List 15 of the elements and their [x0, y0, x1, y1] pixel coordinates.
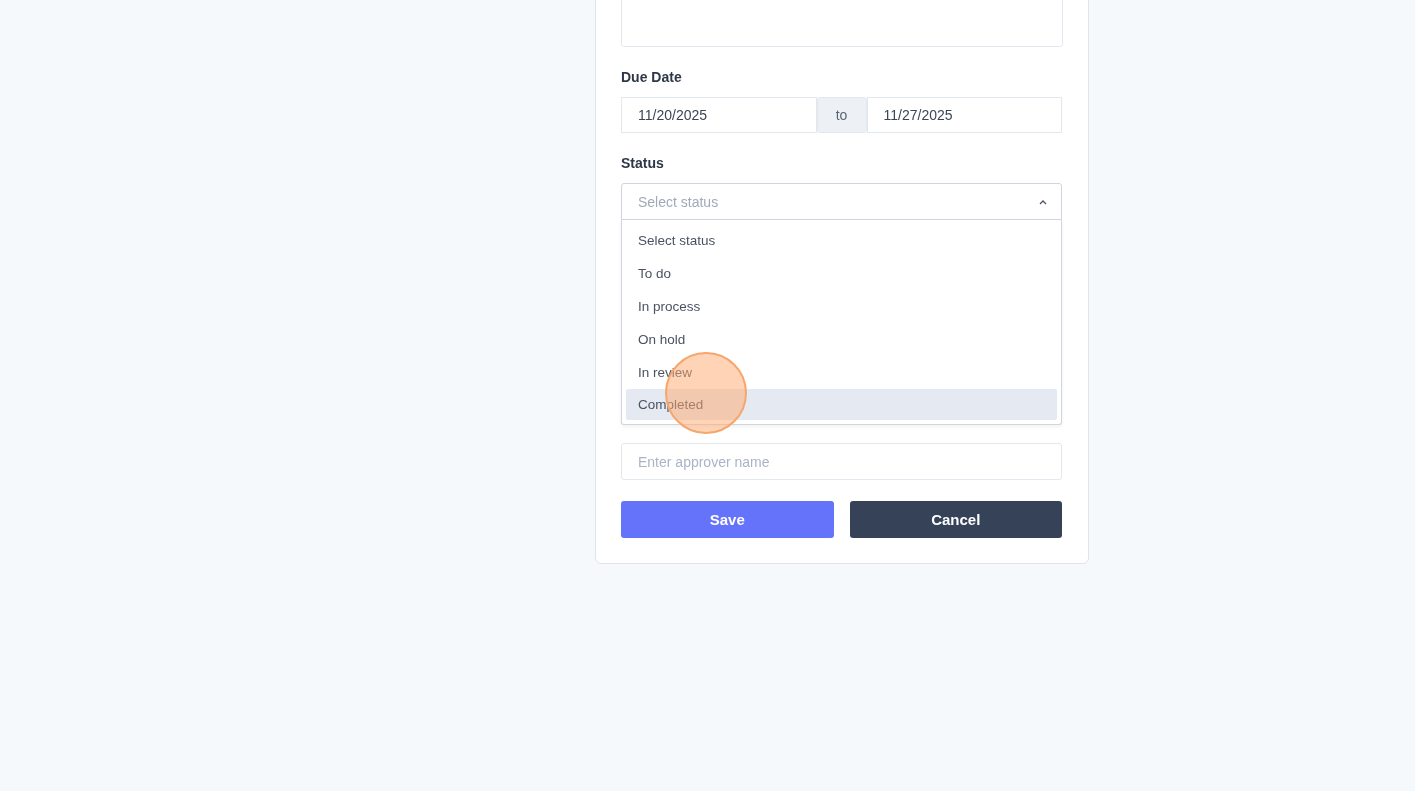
dropdown-option[interactable]: Select status	[626, 224, 1057, 257]
dropdown-option[interactable]: In review	[626, 356, 1057, 389]
field-label: Status	[621, 154, 665, 172]
approver-field[interactable]: Enter approver name	[621, 443, 1062, 480]
date-field[interactable]: 11/27/2025	[866, 97, 1062, 133]
field-label: Due Date	[621, 68, 683, 86]
dropdown-option[interactable]: On hold	[626, 323, 1057, 356]
range-separator: to	[816, 97, 867, 133]
dropdown-option[interactable]: In process	[626, 290, 1057, 323]
text-area[interactable]	[621, 0, 1063, 47]
date-field[interactable]: 11/20/2025	[621, 97, 817, 133]
dropdown-option[interactable]: To do	[626, 257, 1057, 290]
cancel-button[interactable]: Cancel	[849, 501, 1062, 538]
chevron-icon	[1038, 198, 1048, 205]
save-button[interactable]: Save	[621, 501, 834, 538]
